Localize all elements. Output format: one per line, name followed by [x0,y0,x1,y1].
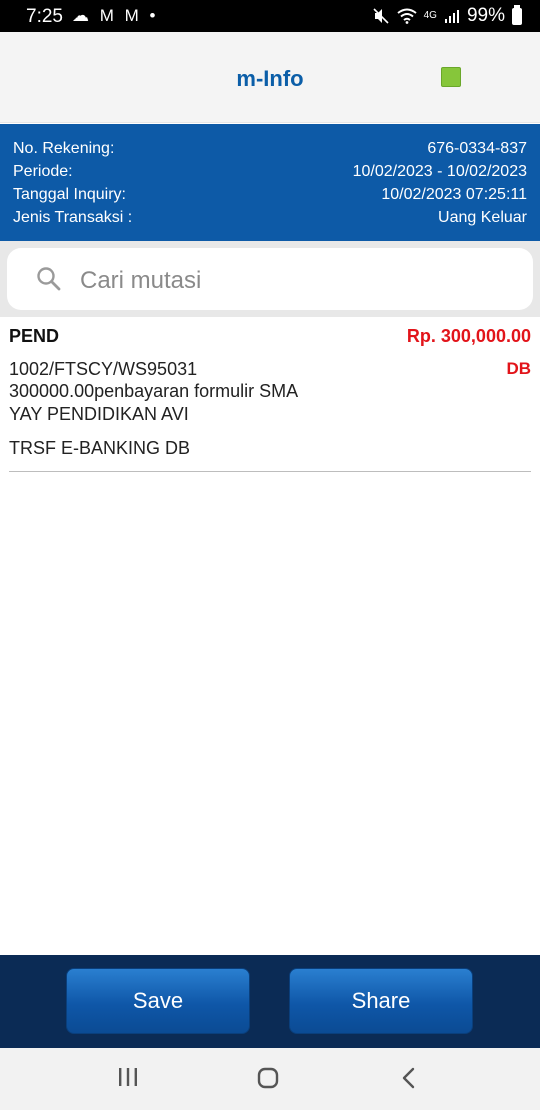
wifi-icon [397,8,417,24]
signal-icon [444,10,459,23]
mute-icon [373,8,389,24]
transaction-item[interactable]: PEND Rp. 300,000.00 1002/FTSCY/WS95031 D… [9,317,531,472]
back-icon[interactable] [398,1066,420,1090]
transaction-channel: TRSF E-BANKING DB [9,438,191,458]
app-header: m-Info [0,32,540,123]
home-icon[interactable] [256,1066,280,1090]
transaction-amount: Rp. 300,000.00 [406,326,531,346]
info-row-account: No. Rekening: 676-0334-837 [13,137,527,160]
account-info-panel: No. Rekening: 676-0334-837 Periode: 10/0… [0,124,540,241]
battery-percent: 99% [466,5,505,26]
info-value: Uang Keluar [438,209,527,226]
info-row-period: Periode: 10/02/2023 - 10/02/2023 [13,160,527,183]
transaction-ref-row: 1002/FTSCY/WS95031 DB [9,359,531,380]
info-label: No. Rekening: [13,140,115,157]
transaction-description: 300000.00penbayaran formulir SMA [9,381,299,401]
info-label: Tanggal Inquiry: [13,186,126,203]
info-value: 676-0334-837 [427,140,527,157]
status-indicators: 4G 99% [372,4,522,27]
status-time: 7:25 [26,6,63,27]
recent-apps-icon[interactable] [117,1066,139,1088]
info-value: 10/02/2023 - 10/02/2023 [352,163,527,180]
info-label: Jenis Transaksi : [13,209,133,226]
battery-icon [512,4,522,25]
transaction-header: PEND Rp. 300,000.00 [9,317,531,347]
connection-status-indicator [441,67,461,87]
network-type: 4G [423,10,437,21]
notification-icons: ☁ M M • [72,6,159,25]
save-button[interactable]: Save [66,968,250,1034]
transaction-status: PEND [9,326,60,346]
transaction-recipient: YAY PENDIDIKAN AVI [9,404,189,424]
share-button[interactable]: Share [289,968,473,1034]
debit-credit-badge: DB [506,359,531,378]
info-row-transaction-type: Jenis Transaksi : Uang Keluar [13,206,527,229]
info-row-inquiry-date: Tanggal Inquiry: 10/02/2023 07:25:11 [13,183,527,206]
search-placeholder: Cari mutasi [80,267,202,294]
action-bar: Save Share [0,955,540,1048]
search-area: Cari mutasi [0,241,540,317]
status-bar: 7:25 ☁ M M • 4G 99% [0,0,540,32]
transaction-reference: 1002/FTSCY/WS95031 [9,359,198,379]
search-icon [37,267,61,291]
system-nav-bar [0,1048,540,1110]
divider [9,471,531,472]
info-value: 10/02/2023 07:25:11 [381,186,527,203]
search-input[interactable]: Cari mutasi [7,248,533,310]
info-label: Periode: [13,163,73,180]
